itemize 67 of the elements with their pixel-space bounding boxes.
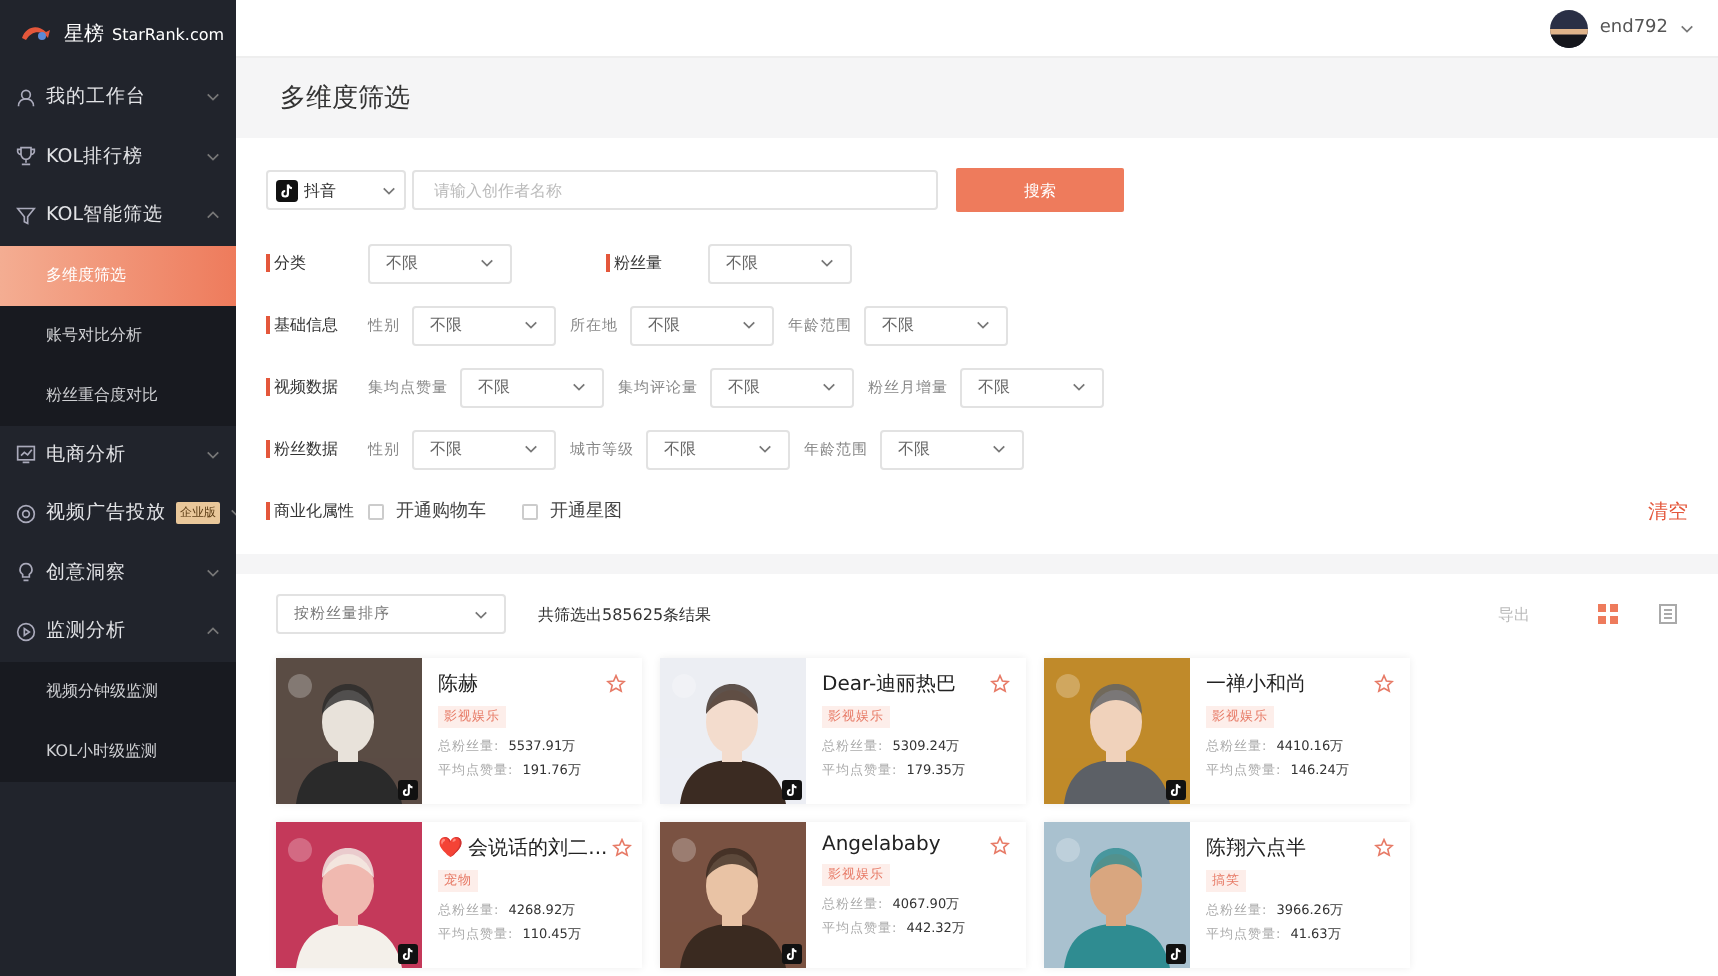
- tiktok-icon: [782, 944, 802, 964]
- sidebar-item[interactable]: 创意洞察: [0, 543, 236, 602]
- tiktok-icon: [276, 179, 298, 201]
- filter-select[interactable]: 不限: [880, 429, 1024, 469]
- checkbox-option[interactable]: 开通购物车: [368, 498, 486, 524]
- logo-icon: [20, 24, 52, 44]
- page-title: 多维度筛选: [278, 82, 412, 118]
- clear-button[interactable]: 清空: [1648, 497, 1688, 525]
- filter-label: 基础信息: [266, 316, 356, 334]
- filter-select[interactable]: 不限: [368, 243, 512, 283]
- grid-view-icon[interactable]: [1598, 604, 1618, 624]
- star-icon[interactable]: [1374, 674, 1394, 694]
- bulb-icon: [16, 562, 36, 583]
- trophy-icon: [16, 146, 36, 167]
- kol-name: 陈赫: [438, 671, 478, 698]
- sidebar-item[interactable]: KOL智能筛选: [0, 186, 236, 245]
- kol-name: 陈翔六点半: [1206, 835, 1306, 862]
- sidebar-item[interactable]: 监测分析: [0, 602, 236, 661]
- funnel-icon: [16, 205, 36, 226]
- kol-name: ❤ 会说话的刘二...: [438, 835, 608, 862]
- kol-name: Angelababy: [822, 834, 941, 856]
- brand-domain: StarRank.com: [112, 26, 225, 44]
- avatar[interactable]: [1549, 9, 1588, 47]
- filter-select[interactable]: 不限: [460, 367, 604, 407]
- filter-label: 商业化属性: [266, 502, 356, 520]
- tiktok-icon: [1166, 944, 1186, 964]
- filter-select[interactable]: 不限: [412, 429, 556, 469]
- list-view-icon[interactable]: [1658, 604, 1678, 624]
- sidebar-item[interactable]: KOL排行榜: [0, 127, 236, 186]
- play-icon: [16, 621, 36, 642]
- filter-label: 分类: [266, 254, 356, 272]
- tiktok-icon: [398, 780, 418, 800]
- sidebar-subitem[interactable]: 视频分钟级监测: [0, 661, 236, 721]
- person-icon: [16, 87, 36, 108]
- filter-select[interactable]: 不限: [710, 367, 854, 407]
- target-icon: [16, 503, 36, 524]
- star-icon[interactable]: [990, 835, 1010, 855]
- filter-label: 粉丝量: [606, 254, 696, 272]
- filter-select[interactable]: 不限: [630, 305, 774, 345]
- star-icon[interactable]: [606, 674, 626, 694]
- filter-select[interactable]: 不限: [960, 367, 1104, 407]
- search-field[interactable]: 请输入创作者名称: [412, 170, 938, 210]
- kol-name: 一禅小和尚: [1206, 671, 1306, 698]
- star-icon[interactable]: [990, 674, 1010, 694]
- sidebar-subitem[interactable]: 粉丝重合度对比: [0, 365, 236, 425]
- checkbox-option[interactable]: 开通星图: [522, 498, 622, 524]
- tiktok-icon: [398, 944, 418, 964]
- filter-select[interactable]: 不限: [864, 305, 1008, 345]
- result-count: 共筛选出585625条结果: [538, 603, 714, 625]
- tiktok-icon: [782, 780, 802, 800]
- chart-icon: [16, 444, 36, 465]
- star-icon[interactable]: [1374, 838, 1394, 858]
- sidebar-item[interactable]: 我的工作台: [0, 68, 236, 127]
- filter-label: 视频数据: [266, 378, 356, 396]
- kol-name: Dear-迪丽热巴: [822, 671, 957, 698]
- sidebar-subitem[interactable]: KOL小时级监测: [0, 721, 236, 781]
- filter-select[interactable]: 不限: [708, 243, 852, 283]
- tiktok-icon: [1166, 780, 1186, 800]
- star-icon[interactable]: [611, 838, 632, 858]
- filter-label: 粉丝数据: [266, 440, 356, 458]
- filter-select[interactable]: 不限: [412, 305, 556, 345]
- sidebar-subitem[interactable]: 账号对比分析: [0, 305, 236, 365]
- sidebar-item[interactable]: 电商分析: [0, 425, 236, 484]
- filter-select[interactable]: 不限: [646, 429, 790, 469]
- platform-select[interactable]: 抖音: [266, 170, 406, 210]
- brand-name: 星榜: [64, 21, 104, 48]
- user-name[interactable]: end792: [1599, 18, 1668, 38]
